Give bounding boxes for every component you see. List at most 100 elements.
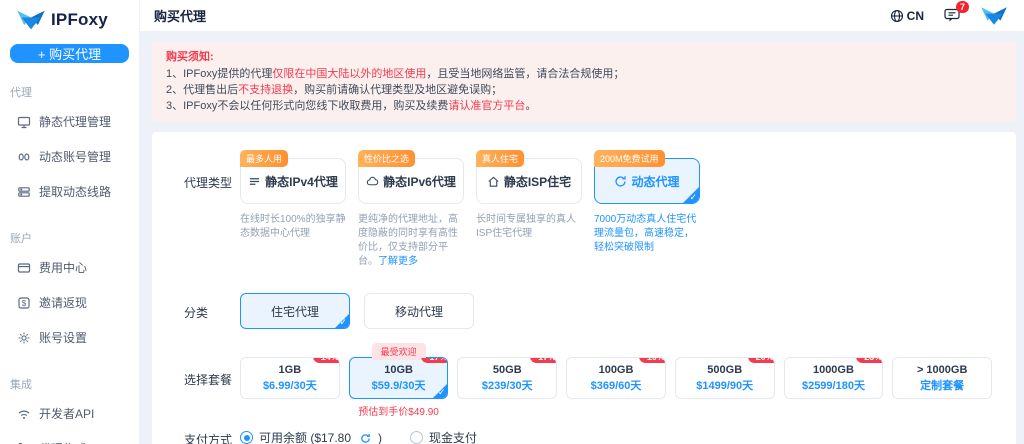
learn-more-link[interactable]: 了解更多 — [378, 256, 418, 267]
notifications-button[interactable]: 7 — [944, 1, 969, 23]
sidebar-item-label: 账号设置 — [39, 331, 88, 345]
list-icon — [250, 177, 260, 185]
package-1gb: -14% 1GB $6.99/30天 — [240, 357, 340, 399]
type-badge: 200M免费试用 — [594, 150, 665, 167]
package-row: 选择套餐 -14% 1GB $6.99/30天 最受欢迎 -17% 10GB — [184, 343, 993, 418]
ipfoxy-fox-icon — [17, 10, 45, 30]
sidebar: IPFoxy + 购买代理 代理 静态代理管理 动态账号管理 提取动态线路 账户… — [0, 0, 140, 444]
proxy-type-ipv6: 性价比之选 静态IPv6代理 更纯净的代理地址，高度隐蔽的同时享有高性价比，仅支… — [358, 150, 464, 269]
sidebar-item-account-settings[interactable]: 账号设置 — [0, 320, 139, 355]
sidebar-item-static-proxy-management[interactable]: 静态代理管理 — [0, 104, 139, 139]
package-10gb: 最受欢迎 -17% 10GB $59.9/30天 ✓ 预估到手价$49.90 — [348, 343, 449, 418]
page-title: 购买代理 — [154, 9, 207, 24]
type-description: 长时间专属独享的真人ISP住宅代理 — [476, 214, 576, 239]
type-description: 更纯净的代理地址，高度隐蔽的同时享有高性价比，仅支持部分平台。了解更多 — [358, 214, 458, 267]
payment-row: 支付方式 可用余额 ($17.80 ) 现金支付 — [184, 429, 992, 444]
discount-badge: -17% — [530, 358, 557, 363]
package-card[interactable]: -23% 1000GB $2599/180天 — [783, 357, 884, 399]
purchase-panel: 代理类型 最多人用 静态IPv4代理 在线时长100%的独享静态数据中心代理 性… — [152, 132, 1016, 444]
gear-icon — [18, 332, 30, 343]
server-icon — [18, 186, 30, 197]
selected-check-icon: ✓ — [689, 192, 697, 202]
package-card[interactable]: -14% 1GB $6.99/30天 — [240, 357, 340, 399]
package-card[interactable]: -17% 50GB $239/30天 — [457, 357, 558, 399]
sidebar-item-label: 动态账号管理 — [39, 150, 112, 164]
proxy-type-isp: 真人住宅 静态ISP住宅 长时间专属独享的真人ISP住宅代理 — [476, 150, 582, 269]
most-popular-tag: 最受欢迎 — [371, 343, 426, 360]
brand-name: IPFoxy — [51, 10, 108, 29]
radio-checked-icon — [240, 431, 253, 444]
language-switcher[interactable]: CN — [890, 9, 924, 23]
balance-payment-option[interactable]: 可用余额 ($17.80 ) — [240, 429, 382, 444]
main-area: 购买代理 CN 7 购买须知: 1、IPFoxy提供的代理仅限在中国大陆以外的地… — [140, 0, 1024, 444]
section-label: 账户 — [10, 233, 32, 245]
billing-card-icon — [17, 262, 31, 273]
estimated-price-note: 预估到手价$49.90 — [358, 407, 439, 418]
sidebar-item-proxy-integration[interactable]: 代理集成 — [0, 431, 139, 444]
sidebar-section-integration: 集成 开发者API 代理集成 — [0, 371, 139, 444]
house-icon — [488, 176, 499, 187]
proxy-type-row: 代理类型 最多人用 静态IPv4代理 在线时长100%的独享静态数据中心代理 性… — [184, 150, 992, 269]
package-card[interactable]: -19% 100GB $369/60天 — [566, 357, 666, 399]
notice-title: 购买须知: — [166, 51, 214, 63]
topbar: 购买代理 CN 7 — [140, 0, 1024, 32]
notice-line: 3、IPFoxy不会以任何形式向您线下收取费用，购买及续费请认准官方平台。 — [166, 100, 537, 112]
buy-proxy-page: IPFoxy + 购买代理 代理 静态代理管理 动态账号管理 提取动态线路 账户… — [0, 0, 1024, 444]
payment-label: 支付方式 — [184, 433, 233, 444]
user-avatar[interactable] — [980, 5, 1008, 27]
selected-check-icon: ✓ — [339, 317, 347, 327]
buy-proxy-button[interactable]: + 购买代理 — [10, 44, 129, 63]
discount-badge: -23% — [856, 358, 883, 363]
package-card[interactable]: -17% 10GB $59.9/30天 ✓ — [348, 357, 449, 399]
content: 购买须知: 1、IPFoxy提供的代理仅限在中国大陆以外的地区使用，且受当地网络… — [140, 32, 1024, 444]
discount-badge: -20% — [747, 358, 774, 363]
sidebar-item-billing-center[interactable]: 费用中心 — [0, 250, 139, 285]
sidebar-section-proxy: 代理 静态代理管理 动态账号管理 提取动态线路 — [0, 79, 139, 209]
sidebar-item-label: 开发者API — [39, 407, 95, 421]
sidebar-item-extract-dynamic-lines[interactable]: 提取动态线路 — [0, 174, 139, 209]
proxy-type-label: 代理类型 — [184, 176, 233, 190]
api-icon — [18, 410, 30, 419]
sidebar-item-label: 静态代理管理 — [39, 115, 112, 129]
sidebar-item-invite-cashback[interactable]: $ 邀请返现 — [0, 285, 139, 320]
discount-badge: -19% — [638, 358, 665, 363]
svg-text:$: $ — [22, 299, 27, 308]
proxy-type-ipv4: 最多人用 静态IPv4代理 在线时长100%的独享静态数据中心代理 — [240, 150, 346, 269]
package-500gb: -20% 500GB $1499/90天 — [674, 357, 775, 399]
package-card[interactable]: -20% 500GB $1499/90天 — [674, 357, 775, 399]
category-row: 分类 住宅代理 ✓ 移动代理 — [184, 293, 992, 329]
package-label: 选择套餐 — [184, 373, 233, 387]
proxy-type-dynamic: 200M免费试用 动态代理 ✓ 7000万动态真人住宅代理流量包，高速稳定，轻松… — [594, 150, 700, 269]
notice-line: 2、代理售出后不支持退换，购买前请确认代理类型及地区避免误购； — [166, 84, 503, 96]
globe-icon — [890, 9, 903, 22]
section-label: 代理 — [10, 87, 32, 99]
refresh-balance-icon[interactable] — [360, 433, 371, 444]
notice-line: 1、IPFoxy提供的代理仅限在中国大陆以外的地区使用，且受当地网络监管，请合法… — [166, 68, 625, 80]
cloud-icon — [366, 176, 379, 185]
cash-payment-option[interactable]: 现金支付 — [410, 429, 477, 444]
type-badge: 真人住宅 — [476, 150, 525, 167]
sidebar-item-label: 代理集成 — [39, 440, 87, 444]
purchase-notice: 购买须知: 1、IPFoxy提供的代理仅限在中国大陆以外的地区使用，且受当地网络… — [152, 42, 1016, 122]
package-card[interactable]: > 1000GB 定制套餐 — [892, 357, 993, 399]
type-badge: 最多人用 — [240, 150, 289, 167]
discount-badge: -14% — [312, 358, 339, 363]
radio-unchecked-icon — [410, 431, 424, 444]
package-1000gb: -23% 1000GB $2599/180天 — [783, 357, 884, 399]
monitor-icon — [17, 116, 31, 128]
dollar-icon: $ — [18, 296, 30, 309]
sidebar-item-dynamic-account-management[interactable]: 动态账号管理 — [0, 139, 139, 174]
sidebar-item-label: 邀请返现 — [39, 296, 88, 310]
category-card-residential[interactable]: 住宅代理 ✓ — [240, 293, 350, 329]
topbar-actions: CN 7 — [890, 1, 1008, 27]
sidebar-section-account: 账户 费用中心 $ 邀请返现 账号设置 — [0, 225, 139, 355]
discount-badge: -17% — [421, 358, 448, 363]
package-custom: > 1000GB 定制套餐 — [892, 357, 993, 399]
brand-logo[interactable]: IPFoxy — [0, 0, 139, 37]
payment-options: 可用余额 ($17.80 ) 现金支付 — [240, 429, 636, 444]
selected-check-icon: ✓ — [437, 387, 446, 397]
binary-icon — [18, 152, 30, 161]
category-label: 分类 — [184, 306, 209, 320]
category-card-mobile[interactable]: 移动代理 — [364, 293, 474, 329]
sidebar-item-developer-api[interactable]: 开发者API — [0, 396, 139, 431]
